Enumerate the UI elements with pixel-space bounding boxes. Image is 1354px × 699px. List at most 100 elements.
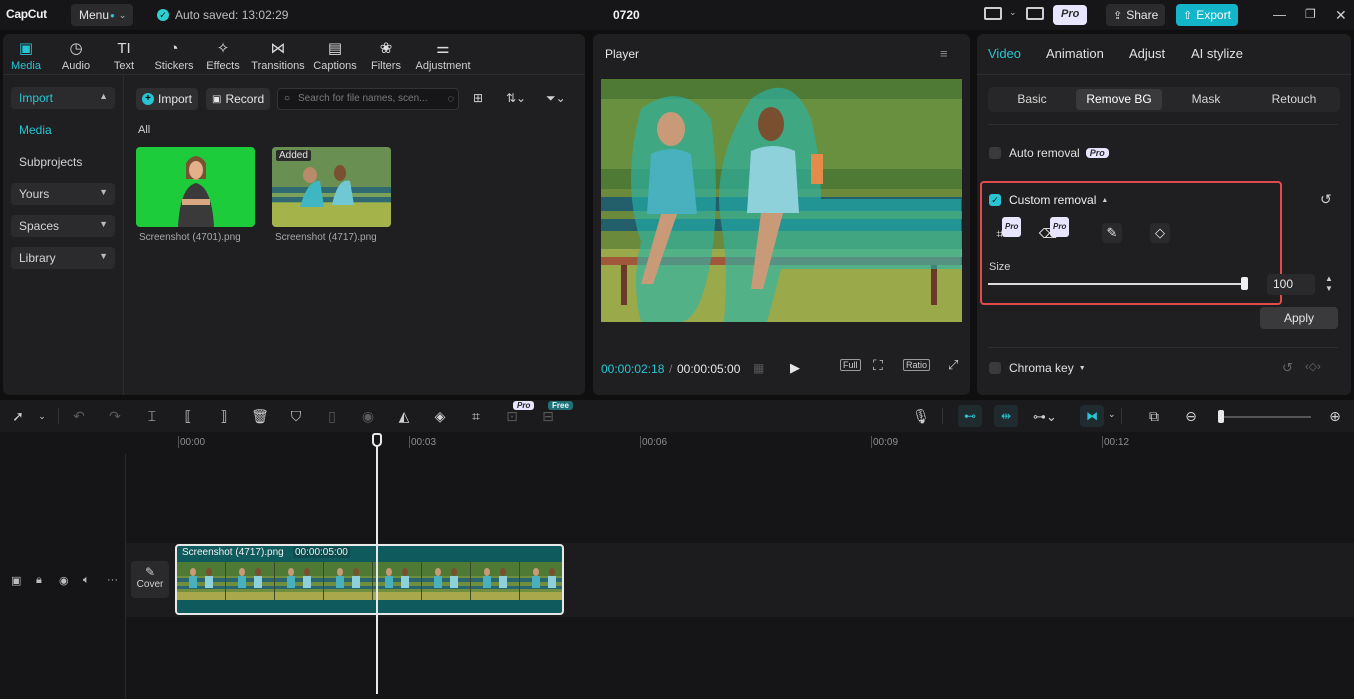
- auto-removal-checkbox[interactable]: [989, 147, 1001, 159]
- import-button[interactable]: + Import: [136, 88, 199, 110]
- split-icon[interactable]: ⌶: [143, 408, 161, 425]
- tab-stickers[interactable]: ◔ Stickers: [149, 40, 199, 72]
- size-slider-handle[interactable]: [1241, 277, 1248, 290]
- preview-axis-icon[interactable]: ⧉: [1145, 408, 1163, 425]
- lock-icon[interactable]: 🔒︎: [36, 574, 42, 587]
- tab-adjust[interactable]: Adjust: [1129, 46, 1165, 61]
- play-icon[interactable]: ▶: [790, 360, 800, 376]
- tab-audio[interactable]: ◷ Audio: [51, 40, 101, 72]
- split-view-icon[interactable]: ⧓: [1080, 405, 1104, 427]
- minimize-icon[interactable]: —: [1273, 7, 1286, 22]
- project-title[interactable]: 0720: [613, 8, 640, 22]
- subtab-mask[interactable]: Mask: [1164, 89, 1248, 110]
- sidebar-item-library[interactable]: Library ▼: [11, 247, 115, 269]
- chevron-down-icon[interactable]: ⌄: [33, 411, 51, 422]
- undo-icon[interactable]: ↶: [70, 408, 88, 425]
- refresh-icon[interactable]: ◌: [447, 89, 454, 109]
- subtab-remove-bg[interactable]: Remove BG: [1076, 89, 1162, 110]
- stepper-icon[interactable]: ▲ ▼: [1325, 274, 1333, 294]
- media-thumbnail[interactable]: [136, 147, 255, 227]
- custom-removal-checkbox[interactable]: ✓: [989, 194, 1001, 206]
- menu-button[interactable]: Menu ● ⌄: [71, 4, 133, 26]
- brush-icon[interactable]: ✎: [1102, 223, 1122, 243]
- auto-snap-icon[interactable]: ⇹: [994, 405, 1018, 427]
- smart-eraser-icon[interactable]: ⌫ Pro: [1038, 217, 1070, 244]
- sidebar-item-subprojects[interactable]: Subprojects: [11, 151, 115, 173]
- split-right-icon[interactable]: ⟧: [215, 408, 233, 425]
- auto-reframe-icon[interactable]: ⊡: [503, 408, 521, 425]
- tab-media[interactable]: ▣ Media: [1, 40, 51, 72]
- restore-icon[interactable]: ❐: [1305, 7, 1316, 21]
- ratio-button[interactable]: Ratio: [903, 359, 931, 371]
- tab-adjustment[interactable]: ⚌ Adjustment: [414, 40, 472, 72]
- reset-icon[interactable]: ↺: [1320, 191, 1332, 208]
- auto-removal-row[interactable]: Auto removal Pro: [989, 146, 1109, 160]
- mirror-icon[interactable]: ◭: [395, 408, 413, 425]
- zoom-in-icon[interactable]: ⊕: [1326, 408, 1344, 425]
- track-type-icon[interactable]: ▣: [11, 574, 21, 587]
- chroma-key-checkbox[interactable]: [989, 362, 1001, 374]
- playhead[interactable]: [376, 440, 378, 694]
- marker-icon[interactable]: ⛉: [287, 408, 305, 425]
- redo-icon[interactable]: ↷: [106, 408, 124, 425]
- playhead-handle[interactable]: [372, 433, 382, 447]
- full-button[interactable]: Full: [840, 359, 861, 371]
- filter-icon[interactable]: ⏷⌄: [546, 91, 566, 106]
- remove-flicker-icon[interactable]: ⊟: [539, 408, 557, 425]
- apply-button[interactable]: Apply: [1260, 307, 1338, 329]
- subtab-retouch[interactable]: Retouch: [1250, 89, 1338, 110]
- zoom-slider[interactable]: [1218, 416, 1311, 418]
- tab-animation[interactable]: Animation: [1046, 46, 1104, 61]
- video-preview[interactable]: [601, 79, 962, 322]
- crop-icon[interactable]: ⌗: [467, 408, 485, 425]
- grid-view-icon[interactable]: ⊞: [473, 91, 483, 105]
- zoom-fit-icon[interactable]: ⛶: [873, 357, 883, 374]
- split-left-icon[interactable]: ⟦: [179, 408, 197, 425]
- layout-icon[interactable]: [984, 7, 1002, 20]
- menu-icon[interactable]: ≡: [940, 46, 948, 61]
- more-icon[interactable]: ···: [107, 574, 118, 586]
- sidebar-item-yours[interactable]: Yours ▼: [11, 183, 115, 205]
- sidebar-item-spaces[interactable]: Spaces ▼: [11, 215, 115, 237]
- search-input[interactable]: ○ Search for file names, scen... ◌: [277, 88, 459, 110]
- smart-brush-icon[interactable]: ⌗ Pro: [990, 217, 1022, 244]
- tab-effects[interactable]: ✧ Effects: [198, 40, 248, 72]
- media-thumbnail[interactable]: Added: [272, 147, 391, 227]
- sort-icon[interactable]: ⇅⌄: [506, 91, 526, 105]
- keyframe-icon[interactable]: ‹◇›: [1305, 360, 1321, 373]
- volume-icon[interactable]: 🔈︎: [83, 574, 90, 587]
- size-input[interactable]: 100: [1267, 274, 1315, 295]
- tab-text[interactable]: TI Text: [99, 40, 149, 72]
- share-button[interactable]: ⇪ Share: [1106, 4, 1166, 26]
- custom-removal-row[interactable]: ✓ Custom removal ▲: [989, 193, 1108, 207]
- size-slider[interactable]: [988, 283, 1246, 285]
- tab-transitions[interactable]: ⋈ Transitions: [250, 40, 306, 72]
- video-clip[interactable]: Screenshot (4717).png 00:00:05:00: [175, 544, 564, 615]
- sidebar-item-media[interactable]: Media: [11, 119, 115, 141]
- eye-icon[interactable]: ◉: [59, 574, 69, 587]
- reset-icon[interactable]: ↺: [1282, 360, 1293, 376]
- fullscreen-icon[interactable]: ⤢: [948, 357, 958, 373]
- tab-video[interactable]: Video: [988, 46, 1021, 61]
- record-button[interactable]: ▣ Record: [206, 88, 271, 110]
- pro-button[interactable]: Pro: [1053, 5, 1088, 25]
- freeze-icon[interactable]: ▯: [323, 408, 341, 425]
- tab-ai-stylize[interactable]: AI stylize: [1191, 46, 1243, 61]
- delete-icon[interactable]: 🗑: [251, 408, 269, 425]
- microphone-icon[interactable]: 🎙: [912, 408, 930, 425]
- close-icon[interactable]: ✕: [1335, 7, 1347, 24]
- timeline-grid-icon[interactable]: ▦: [753, 361, 764, 375]
- zoom-out-icon[interactable]: ⊖: [1182, 408, 1200, 425]
- filter-all-label[interactable]: All: [138, 124, 150, 136]
- keyboard-icon[interactable]: [1026, 7, 1044, 20]
- chevron-down-icon[interactable]: ⌄: [1009, 7, 1017, 18]
- rotate-icon[interactable]: ◈: [431, 408, 449, 425]
- chevron-down-icon[interactable]: ⌄: [1108, 409, 1116, 420]
- reverse-icon[interactable]: ◉: [359, 408, 377, 425]
- tab-filters[interactable]: ❀ Filters: [361, 40, 411, 72]
- tab-captions[interactable]: ▤ Captions: [310, 40, 360, 72]
- eraser-icon[interactable]: ◇: [1150, 223, 1170, 243]
- subtab-basic[interactable]: Basic: [990, 89, 1074, 110]
- export-button[interactable]: ⇧ Export: [1176, 4, 1238, 26]
- chroma-key-row[interactable]: Chroma key ▼: [989, 361, 1086, 375]
